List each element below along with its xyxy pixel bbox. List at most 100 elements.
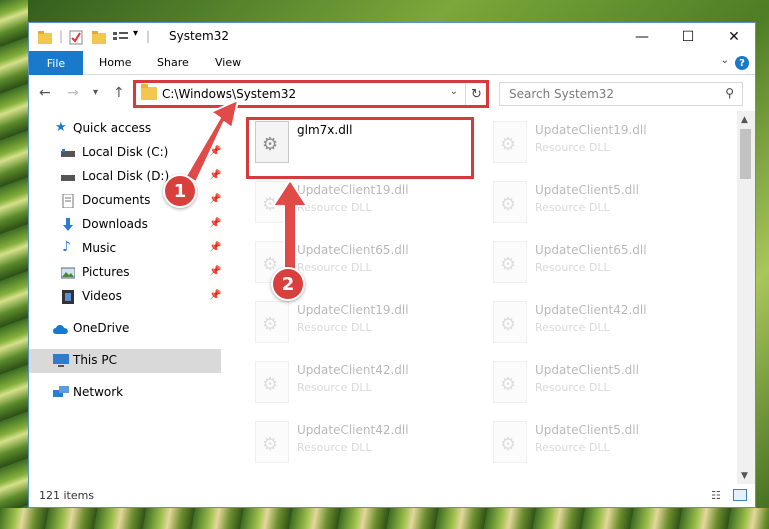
gear-icon: ⚙ [500,194,517,215]
file-item[interactable]: ⚙ UpdateClient5.dll Resource DLL [485,417,711,473]
file-type: Resource DLL [535,141,610,154]
dll-file-icon: ⚙ [493,421,527,463]
downloads-icon [63,218,73,231]
scroll-down-arrow-icon[interactable]: ▼ [741,471,748,481]
file-name: UpdateClient5.dll [535,423,639,437]
item-count: 121 items [39,489,95,502]
dll-file-icon: ⚙ [493,241,527,283]
gear-icon: ⚙ [262,314,279,335]
ribbon-tabs: File Home Share View ⌄ ? [29,51,755,75]
cloud-icon [53,325,68,334]
tab-home[interactable]: Home [99,56,131,69]
title-separator: | [59,29,64,43]
sidebar-item-onedrive[interactable]: OneDrive [29,317,221,341]
new-folder-icon[interactable] [92,29,106,45]
file-item[interactable]: ⚙ UpdateClient5.dll Resource DLL [485,357,711,413]
address-bar-highlight [133,80,489,108]
search-input[interactable]: Search System32 ⚲ [499,82,743,106]
file-type: Resource DLL [535,201,610,214]
sidebar-item-network[interactable]: Network [29,381,221,405]
file-name: UpdateClient65.dll [297,243,409,257]
pin-icon[interactable]: 📌 [209,266,221,277]
dll-file-icon: ⚙ [493,181,527,223]
sidebar-item-this-pc[interactable]: This PC [29,349,221,373]
file-name: UpdateClient65.dll [535,243,647,257]
status-bar: 121 items ☷ [29,484,755,507]
tab-view[interactable]: View [215,56,241,69]
file-name: UpdateClient42.dll [535,303,647,317]
file-name: UpdateClient5.dll [535,363,639,377]
up-arrow-icon[interactable]: ↑ [113,85,125,101]
back-arrow-icon[interactable]: ← [39,85,51,101]
close-button[interactable]: ✕ [711,23,757,51]
tab-file[interactable]: File [29,51,83,75]
view-options-icon[interactable] [113,29,129,45]
file-highlight [246,117,474,179]
pictures-icon [61,267,75,279]
window-title: System32 [169,29,230,43]
file-item[interactable]: ⚙ UpdateClient42.dll Resource DLL [247,357,473,413]
file-type: Resource DLL [297,321,372,334]
scrollbar-thumb[interactable] [740,129,751,179]
search-icon: ⚲ [725,86,734,100]
gear-icon: ⚙ [500,314,517,335]
gear-icon: ⚙ [262,374,279,395]
documents-icon [62,194,74,208]
file-item[interactable]: ⚙ UpdateClient42.dll Resource DLL [247,417,473,473]
details-view-icon[interactable]: ☷ [711,489,721,502]
pin-icon[interactable]: 📌 [209,218,221,229]
desktop-wallpaper [0,0,28,529]
videos-icon [62,290,74,304]
pin-icon[interactable]: 📌 [209,194,221,205]
file-item[interactable]: ⚙ UpdateClient19.dll Resource DLL [485,117,711,173]
file-type: Resource DLL [297,261,372,274]
maximize-button[interactable]: ☐ [665,23,711,51]
file-item[interactable]: ⚙ UpdateClient19.dll Resource DLL [247,297,473,353]
file-item[interactable]: ⚙ UpdateClient19.dll Resource DLL [247,177,473,233]
sidebar-item-local-disk-c[interactable]: Local Disk (C:) 📌 [29,141,221,165]
file-item[interactable]: ⚙ UpdateClient65.dll Resource DLL [485,237,711,293]
file-type: Resource DLL [535,441,610,454]
tab-share[interactable]: Share [157,56,189,69]
drive-icon [61,149,75,157]
expand-ribbon-chevron-icon[interactable]: ⌄ [721,55,729,66]
folder-icon [38,31,52,44]
help-icon[interactable]: ? [735,56,749,70]
minimize-button[interactable]: — [619,23,665,51]
file-type: Resource DLL [297,381,372,394]
pin-icon[interactable]: 📌 [209,170,221,181]
sidebar-item-downloads[interactable]: Downloads 📌 [29,213,221,237]
sidebar-item-pictures[interactable]: Pictures 📌 [29,261,221,285]
recent-locations-chevron-icon[interactable]: ▾ [93,87,98,98]
gear-icon: ⚙ [262,194,279,215]
file-type: Resource DLL [297,441,372,454]
file-type: Resource DLL [535,321,610,334]
properties-icon[interactable] [69,29,83,45]
dll-file-icon: ⚙ [493,301,527,343]
sidebar-item-music[interactable]: ♪ Music 📌 [29,237,221,261]
sidebar-item-quick-access[interactable]: ★ Quick access [29,117,221,141]
file-name: UpdateClient42.dll [297,363,409,377]
vertical-scrollbar[interactable]: ▲ ▼ [737,111,755,484]
forward-arrow-icon[interactable]: → [67,85,79,101]
file-item[interactable]: ⚙ UpdateClient5.dll Resource DLL [485,177,711,233]
dll-file-icon: ⚙ [493,361,527,403]
scroll-up-arrow-icon[interactable]: ▲ [741,115,748,125]
sidebar-item-videos[interactable]: Videos 📌 [29,285,221,309]
star-icon: ★ [55,120,67,135]
gear-icon: ⚙ [500,254,517,275]
pin-icon[interactable]: 📌 [209,242,221,253]
title-bar: | ▾ | System32 — ☐ ✕ [29,23,755,51]
file-item[interactable]: ⚙ UpdateClient42.dll Resource DLL [485,297,711,353]
pin-icon[interactable]: 📌 [209,290,221,301]
large-icons-view-icon[interactable] [733,489,747,501]
pin-icon[interactable]: 📌 [209,146,221,157]
file-type: Resource DLL [535,261,610,274]
file-name: UpdateClient19.dll [297,303,409,317]
navigation-pane: ★ Quick access Local Disk (C:) 📌 Local D… [29,111,221,484]
gear-icon: ⚙ [500,434,517,455]
customize-toolbar-chevron-icon[interactable]: ▾ [133,28,138,39]
step-2-badge: 2 [271,267,305,301]
file-name: UpdateClient19.dll [535,123,647,137]
network-icon [53,386,69,397]
